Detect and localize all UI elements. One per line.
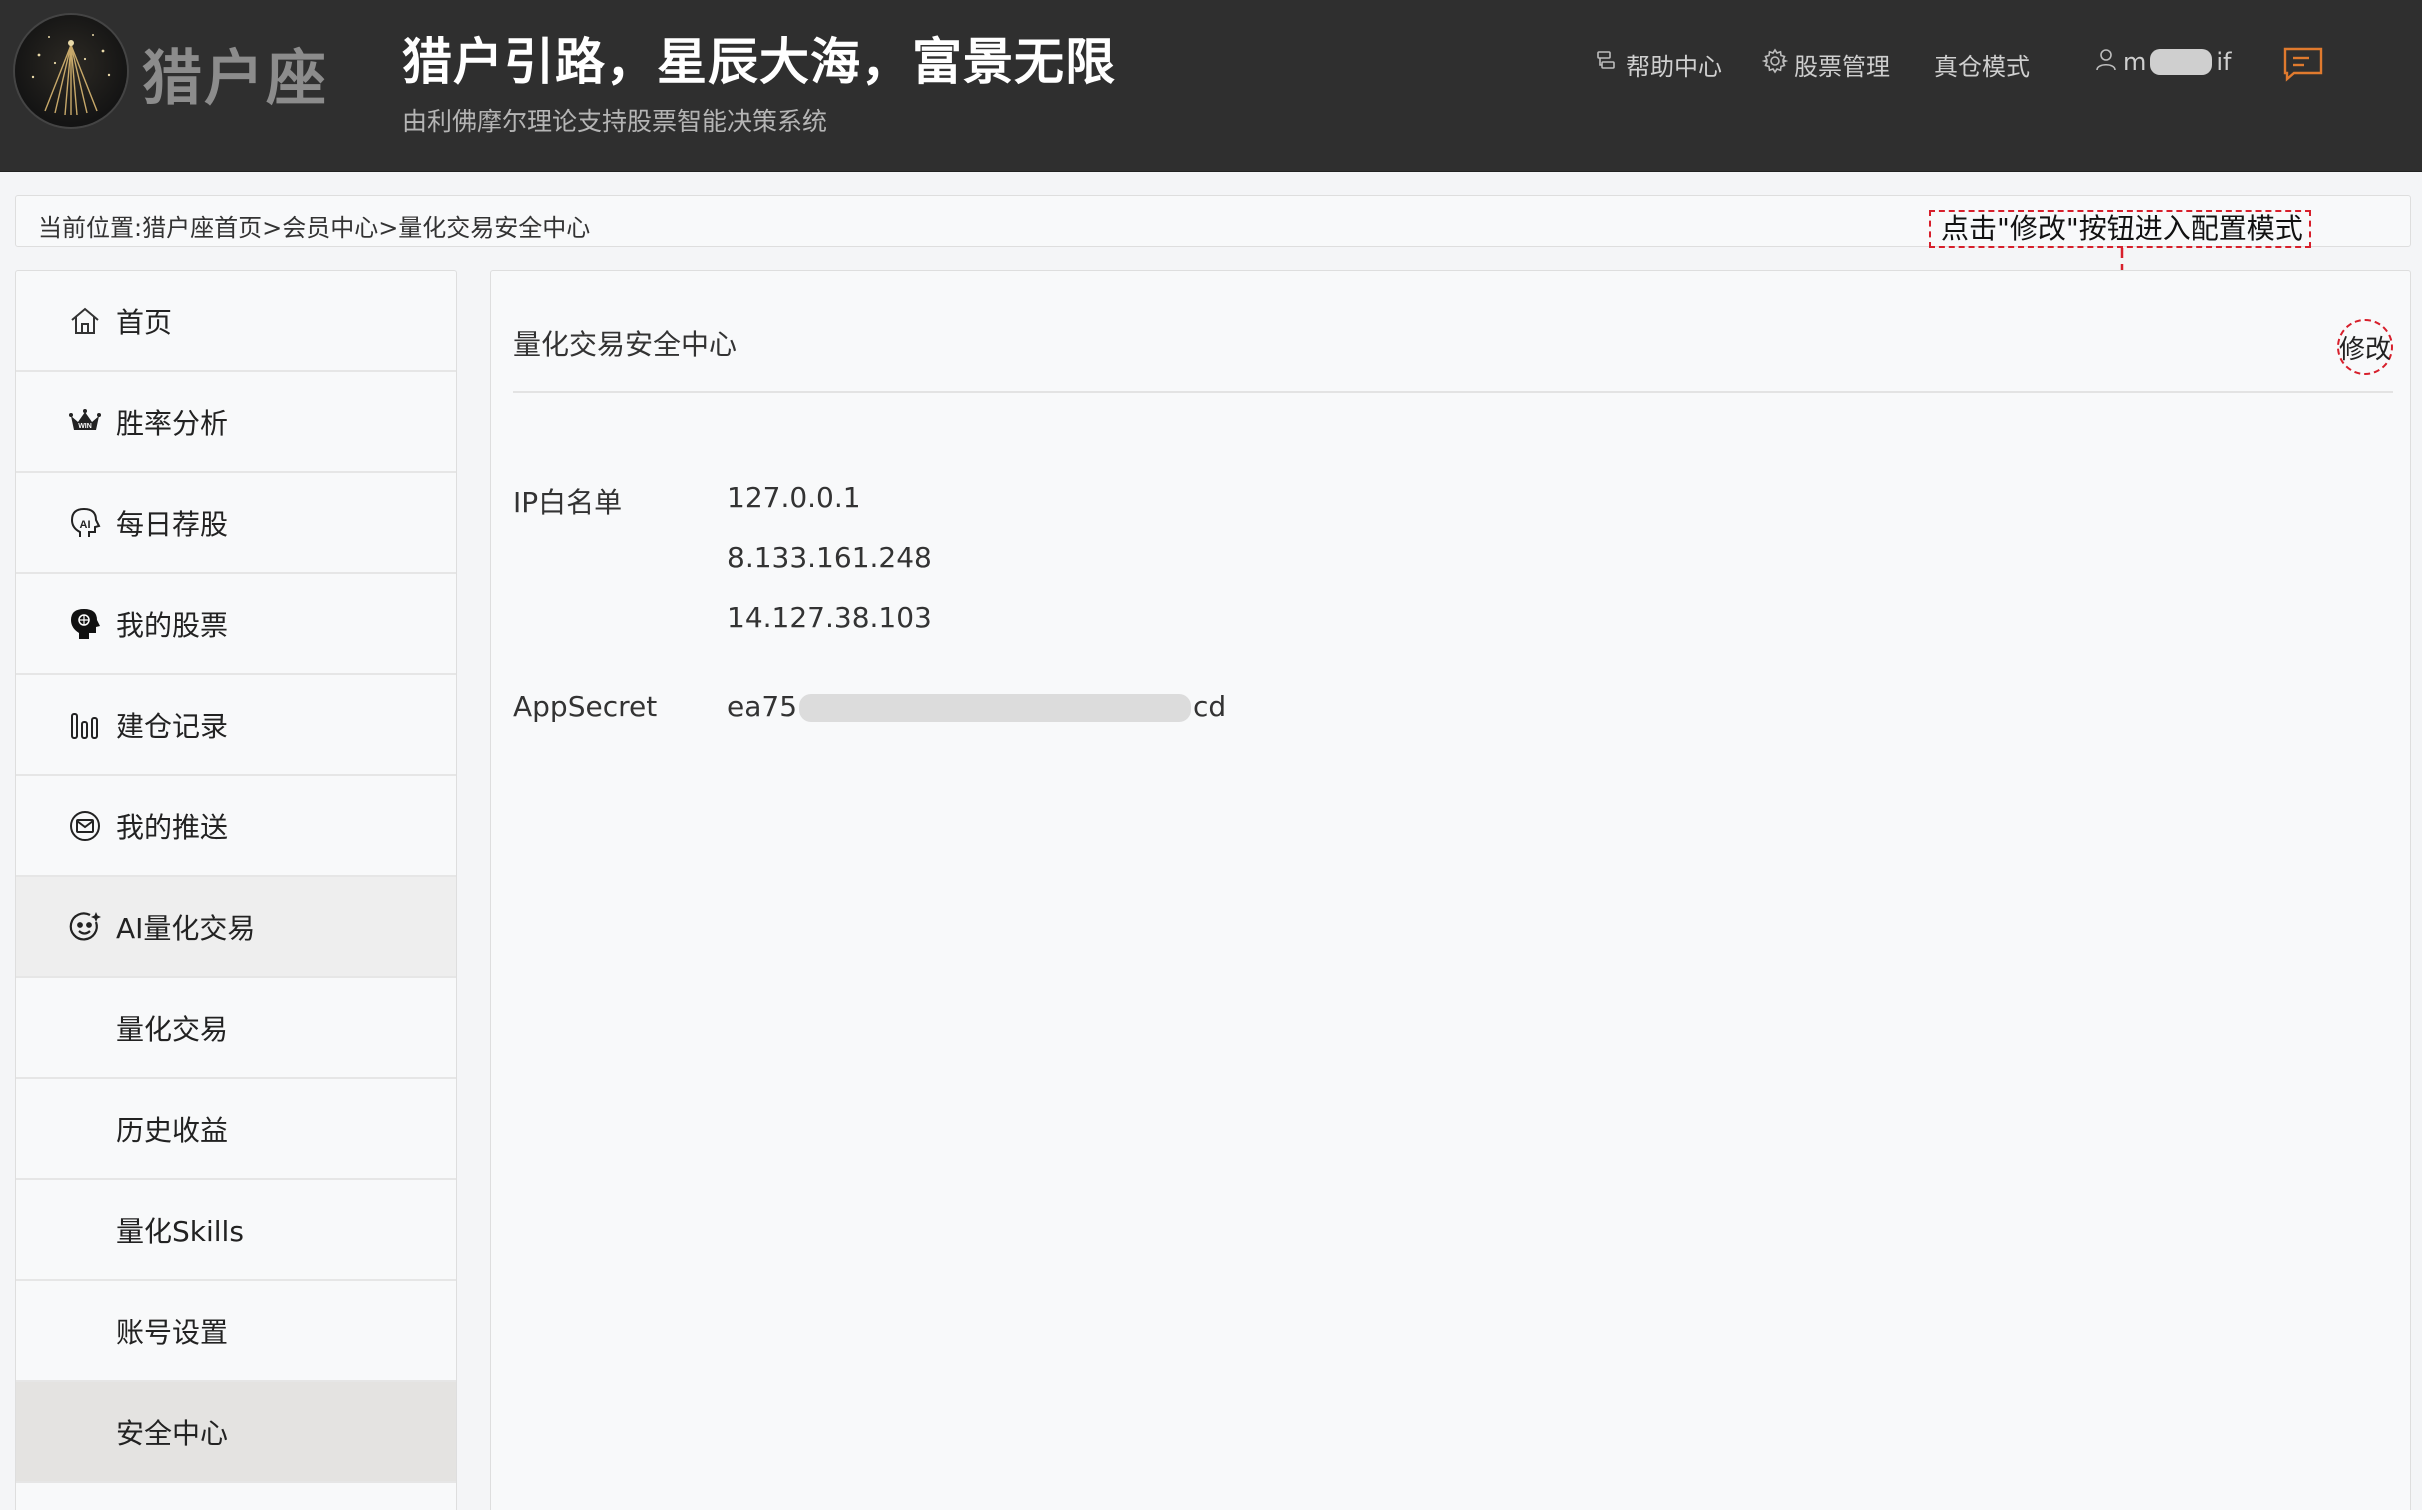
logo-icon[interactable]: [15, 15, 127, 127]
username-redaction: [2150, 49, 2213, 75]
nav-stock-manage-label: 股票管理: [1794, 52, 1890, 81]
ai-face-icon: [68, 910, 102, 944]
ip-whitelist-item: 127.0.0.1: [727, 481, 861, 514]
sidebar-item-history-profit[interactable]: 历史收益: [16, 1079, 456, 1180]
svg-text:AI: AI: [80, 519, 91, 531]
mail-circle-icon: [68, 809, 102, 843]
sidebar-item-label: 我的股票: [116, 608, 229, 642]
sidebar-item-home[interactable]: 首页: [16, 271, 456, 372]
sidebar: 首页 WIN 胜率分析 AI 每日荐股 我的股票 建仓记录 我的推送 AI量化交…: [15, 270, 457, 1510]
sub-slogan: 由利佛摩尔理论支持股票智能决策系统: [402, 107, 828, 136]
ip-whitelist-label: IP白名单: [513, 486, 623, 519]
sidebar-item-label: 我的推送: [116, 810, 229, 844]
breadcrumb-text[interactable]: 当前位置:猎户座首页>会员中心>量化交易安全中心: [38, 208, 590, 243]
logo-text: 猎户座: [142, 44, 328, 114]
gear-icon: [1761, 48, 1789, 80]
sidebar-item-ai-quant-trading[interactable]: AI量化交易: [16, 877, 456, 978]
sidebar-item-label: 历史收益: [116, 1113, 229, 1147]
sidebar-item-label: AI量化交易: [116, 911, 256, 945]
sidebar-item-label: 胜率分析: [116, 406, 229, 440]
sidebar-item-account-settings[interactable]: 账号设置: [16, 1281, 456, 1382]
ai-head-icon: AI: [68, 506, 102, 540]
nav-help-label: 帮助中心: [1626, 52, 1722, 81]
crown-icon: WIN: [68, 405, 102, 439]
sidebar-item-daily-picks[interactable]: AI 每日荐股: [16, 473, 456, 574]
username-prefix: m: [2123, 48, 2147, 76]
sidebar-item-my-stocks[interactable]: 我的股票: [16, 574, 456, 675]
edit-button[interactable]: 修改: [2337, 319, 2393, 375]
sidebar-item-security-center[interactable]: 安全中心: [16, 1382, 456, 1483]
sidebar-item-win-rate[interactable]: WIN 胜率分析: [16, 372, 456, 473]
ip-whitelist-item: 14.127.38.103: [727, 601, 932, 634]
user-icon: [2093, 46, 2119, 78]
sidebar-item-position-records[interactable]: 建仓记录: [16, 675, 456, 776]
app-secret-prefix: ea75: [727, 690, 798, 723]
app-secret-label: AppSecret: [513, 690, 658, 723]
username-suffix: if: [2216, 48, 2232, 76]
top-header: 猎户座 猎户引路，星辰大海，富景无限 由利佛摩尔理论支持股票智能决策系统 帮助中…: [0, 0, 2422, 172]
brain-head-icon: [68, 607, 102, 641]
divider: [513, 391, 2393, 393]
sidebar-item-label: 账号设置: [116, 1315, 229, 1349]
sidebar-item-label: 量化Skills: [116, 1214, 244, 1248]
bar-chart-icon: [68, 708, 102, 742]
home-icon: [68, 304, 102, 338]
nav-real-mode[interactable]: 真仓模式: [1934, 44, 2030, 84]
nav-real-mode-label: 真仓模式: [1934, 52, 2030, 81]
app-secret-suffix: cd: [1193, 690, 1227, 723]
sidebar-item-label: 首页: [116, 305, 173, 339]
sidebar-item-label: 量化交易: [116, 1012, 229, 1046]
ip-whitelist-item: 8.133.161.248: [727, 541, 932, 574]
message-icon[interactable]: [2282, 46, 2324, 82]
nav-stock-manage[interactable]: 股票管理: [1761, 44, 1890, 84]
help-icon: [1594, 48, 1620, 80]
slogan: 猎户引路，星辰大海，富景无限: [402, 33, 1116, 91]
page-title: 量化交易安全中心: [513, 328, 738, 361]
nav-help[interactable]: 帮助中心: [1594, 44, 1722, 84]
sidebar-item-label: 每日荐股: [116, 507, 229, 541]
app-secret-redaction: [799, 694, 1192, 722]
sidebar-item-quant-skills[interactable]: 量化Skills: [16, 1180, 456, 1281]
svg-text:WIN: WIN: [78, 423, 92, 430]
app-secret-value: ea75 cd: [727, 690, 1226, 723]
user-menu[interactable]: m if: [2093, 46, 2232, 78]
sidebar-item-label: 安全中心: [116, 1416, 229, 1450]
sidebar-item-my-push[interactable]: 我的推送: [16, 776, 456, 877]
sidebar-item-label: 建仓记录: [116, 709, 229, 743]
sidebar-item-quant-trading[interactable]: 量化交易: [16, 978, 456, 1079]
edit-hint-callout: 点击"修改"按钮进入配置模式: [1929, 210, 2311, 248]
main-panel: 量化交易安全中心 修改 IP白名单 127.0.0.1 8.133.161.24…: [490, 270, 2411, 1510]
